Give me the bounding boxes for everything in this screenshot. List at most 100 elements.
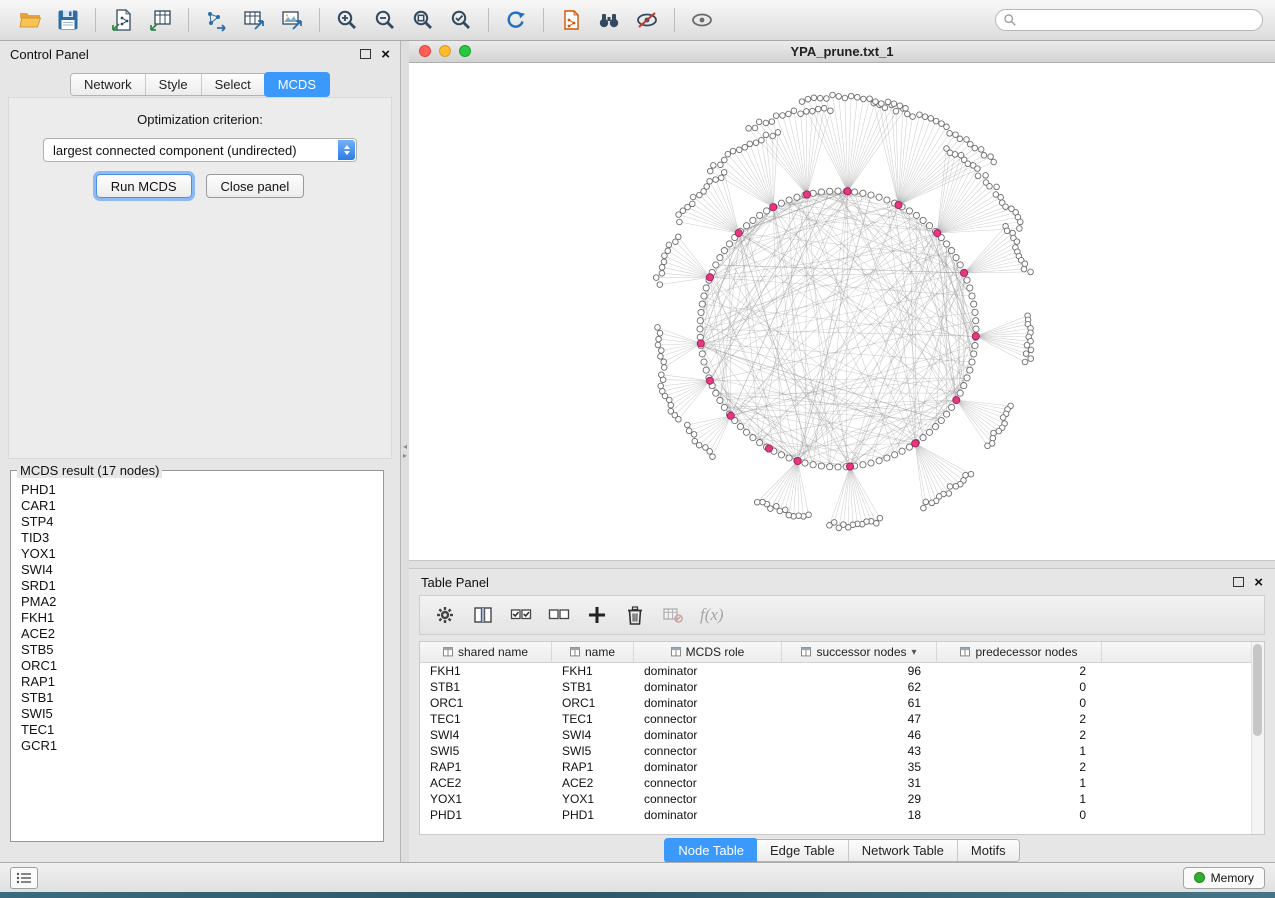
mcds-result-item[interactable]: TEC1: [21, 722, 373, 738]
table-row[interactable]: FKH1FKH1dominator962: [420, 663, 1264, 679]
select-all-rows-button[interactable]: [506, 601, 536, 629]
table-cell-filler: [1102, 759, 1264, 775]
tab-edge-table[interactable]: Edge Table: [757, 840, 849, 861]
mcds-result-item[interactable]: STB1: [21, 690, 373, 706]
tab-style[interactable]: Style: [146, 74, 202, 95]
column-header-predecessor-nodes[interactable]: predecessor nodes: [937, 642, 1102, 662]
mcds-result-item[interactable]: SWI4: [21, 562, 373, 578]
column-header-name[interactable]: name: [552, 642, 634, 662]
float-table-panel-button[interactable]: [1233, 577, 1244, 587]
mcds-result-list[interactable]: PHD1CAR1STP4TID3YOX1SWI4SRD1PMA2FKH1ACE2…: [13, 480, 381, 839]
table-cell: FKH1: [552, 663, 634, 679]
export-network-button[interactable]: [198, 5, 234, 35]
open-session-button[interactable]: [12, 5, 48, 35]
choose-columns-button[interactable]: [468, 601, 498, 629]
mcds-result-item[interactable]: STB5: [21, 642, 373, 658]
table-cell: dominator: [634, 727, 782, 743]
minimize-window-button[interactable]: [439, 45, 451, 57]
export-table-button[interactable]: [236, 5, 272, 35]
sort-desc-icon[interactable]: ▾: [912, 647, 917, 658]
table-cell: 2: [937, 727, 1102, 743]
float-panel-button[interactable]: [360, 49, 371, 59]
deselect-all-rows-button[interactable]: [544, 601, 574, 629]
mcds-result-item[interactable]: FKH1: [21, 610, 373, 626]
mcds-result-item[interactable]: CAR1: [21, 498, 373, 514]
table-row[interactable]: RAP1RAP1dominator352: [420, 759, 1264, 775]
table-row[interactable]: PHD1PHD1dominator180: [420, 807, 1264, 823]
network-canvas[interactable]: [409, 63, 1275, 560]
close-panel-button[interactable]: ×: [381, 47, 390, 62]
splitter-collapse-right-icon[interactable]: ▸: [403, 452, 407, 460]
tab-motifs[interactable]: Motifs: [958, 840, 1019, 861]
zoom-fit-button[interactable]: [405, 5, 441, 35]
table-cell: dominator: [634, 695, 782, 711]
table-cell: dominator: [634, 759, 782, 775]
show-graphics-details-button[interactable]: [684, 5, 720, 35]
mcds-result-item[interactable]: PHD1: [21, 482, 373, 498]
table-cell: 43: [782, 743, 937, 759]
column-header-successor-nodes[interactable]: successor nodes ▾: [782, 642, 937, 662]
tab-network[interactable]: Network: [71, 74, 146, 95]
optimization-criterion-select[interactable]: largest connected component (undirected): [43, 138, 357, 162]
table-settings-button[interactable]: [430, 601, 460, 629]
mcds-result-item[interactable]: RAP1: [21, 674, 373, 690]
mcds-result-item[interactable]: STP4: [21, 514, 373, 530]
save-session-button[interactable]: [50, 5, 86, 35]
table-cell: RAP1: [552, 759, 634, 775]
import-network-button[interactable]: [105, 5, 141, 35]
tab-network-table[interactable]: Network Table: [849, 840, 958, 861]
zoom-out-button[interactable]: [367, 5, 403, 35]
table-cell: 2: [937, 663, 1102, 679]
tab-node-table[interactable]: Node Table: [664, 838, 758, 863]
add-column-button[interactable]: [582, 601, 612, 629]
run-mcds-button[interactable]: Run MCDS: [96, 174, 192, 198]
column-header-shared-name[interactable]: shared name: [420, 642, 552, 662]
mcds-result-item[interactable]: PMA2: [21, 594, 373, 610]
apply-layout-button[interactable]: [498, 5, 534, 35]
table-row[interactable]: TEC1TEC1connector472: [420, 711, 1264, 727]
mcds-result-item[interactable]: ACE2: [21, 626, 373, 642]
table-scrollbar-thumb[interactable]: [1253, 644, 1262, 736]
tab-mcds[interactable]: MCDS: [264, 72, 330, 97]
table-row[interactable]: STB1STB1dominator620: [420, 679, 1264, 695]
export-table-icon: [242, 8, 266, 32]
close-panel-button-mcds[interactable]: Close panel: [206, 174, 305, 198]
vertical-splitter[interactable]: ◂ ▸: [401, 41, 409, 862]
network-view[interactable]: [409, 63, 1275, 560]
maximize-window-button[interactable]: [459, 45, 471, 57]
search-network-button[interactable]: [591, 5, 627, 35]
search-input[interactable]: [995, 9, 1263, 31]
zoom-in-button[interactable]: [329, 5, 365, 35]
tab-select[interactable]: Select: [202, 74, 265, 95]
mcds-result-item[interactable]: SWI5: [21, 706, 373, 722]
mcds-result-item[interactable]: YOX1: [21, 546, 373, 562]
table-cell: TEC1: [552, 711, 634, 727]
mcds-result-item[interactable]: GCR1: [21, 738, 373, 754]
horizontal-splitter[interactable]: [409, 560, 1275, 569]
memory-button[interactable]: Memory: [1183, 867, 1265, 889]
show-task-history-button[interactable]: [10, 867, 38, 889]
table-row[interactable]: ACE2ACE2connector311: [420, 775, 1264, 791]
export-image-button[interactable]: [274, 5, 310, 35]
zoom-selected-button[interactable]: [443, 5, 479, 35]
table-row[interactable]: SWI4SWI4dominator462: [420, 727, 1264, 743]
table-body: FKH1FKH1dominator962STB1STB1dominator620…: [420, 663, 1264, 823]
splitter-collapse-left-icon[interactable]: ◂: [403, 443, 407, 451]
column-header-mcds-role[interactable]: MCDS role: [634, 642, 782, 662]
network-file-button[interactable]: [553, 5, 589, 35]
hide-graphics-details-button[interactable]: [629, 5, 665, 35]
close-table-panel-button[interactable]: ×: [1254, 575, 1263, 590]
cytoscape-window: Control Panel × Network Style Select MCD…: [0, 0, 1275, 898]
mcds-result-item[interactable]: ORC1: [21, 658, 373, 674]
table-row[interactable]: YOX1YOX1connector291: [420, 791, 1264, 807]
close-window-button[interactable]: [419, 45, 431, 57]
import-table-button[interactable]: [143, 5, 179, 35]
table-row[interactable]: ORC1ORC1dominator610: [420, 695, 1264, 711]
table-scrollbar[interactable]: [1251, 642, 1264, 834]
table-row[interactable]: SWI5SWI5connector431: [420, 743, 1264, 759]
function-builder-button[interactable]: f(x): [700, 605, 724, 625]
mcds-result-item[interactable]: SRD1: [21, 578, 373, 594]
table-cell-filler: [1102, 679, 1264, 695]
mcds-result-item[interactable]: TID3: [21, 530, 373, 546]
delete-column-button[interactable]: [620, 601, 650, 629]
